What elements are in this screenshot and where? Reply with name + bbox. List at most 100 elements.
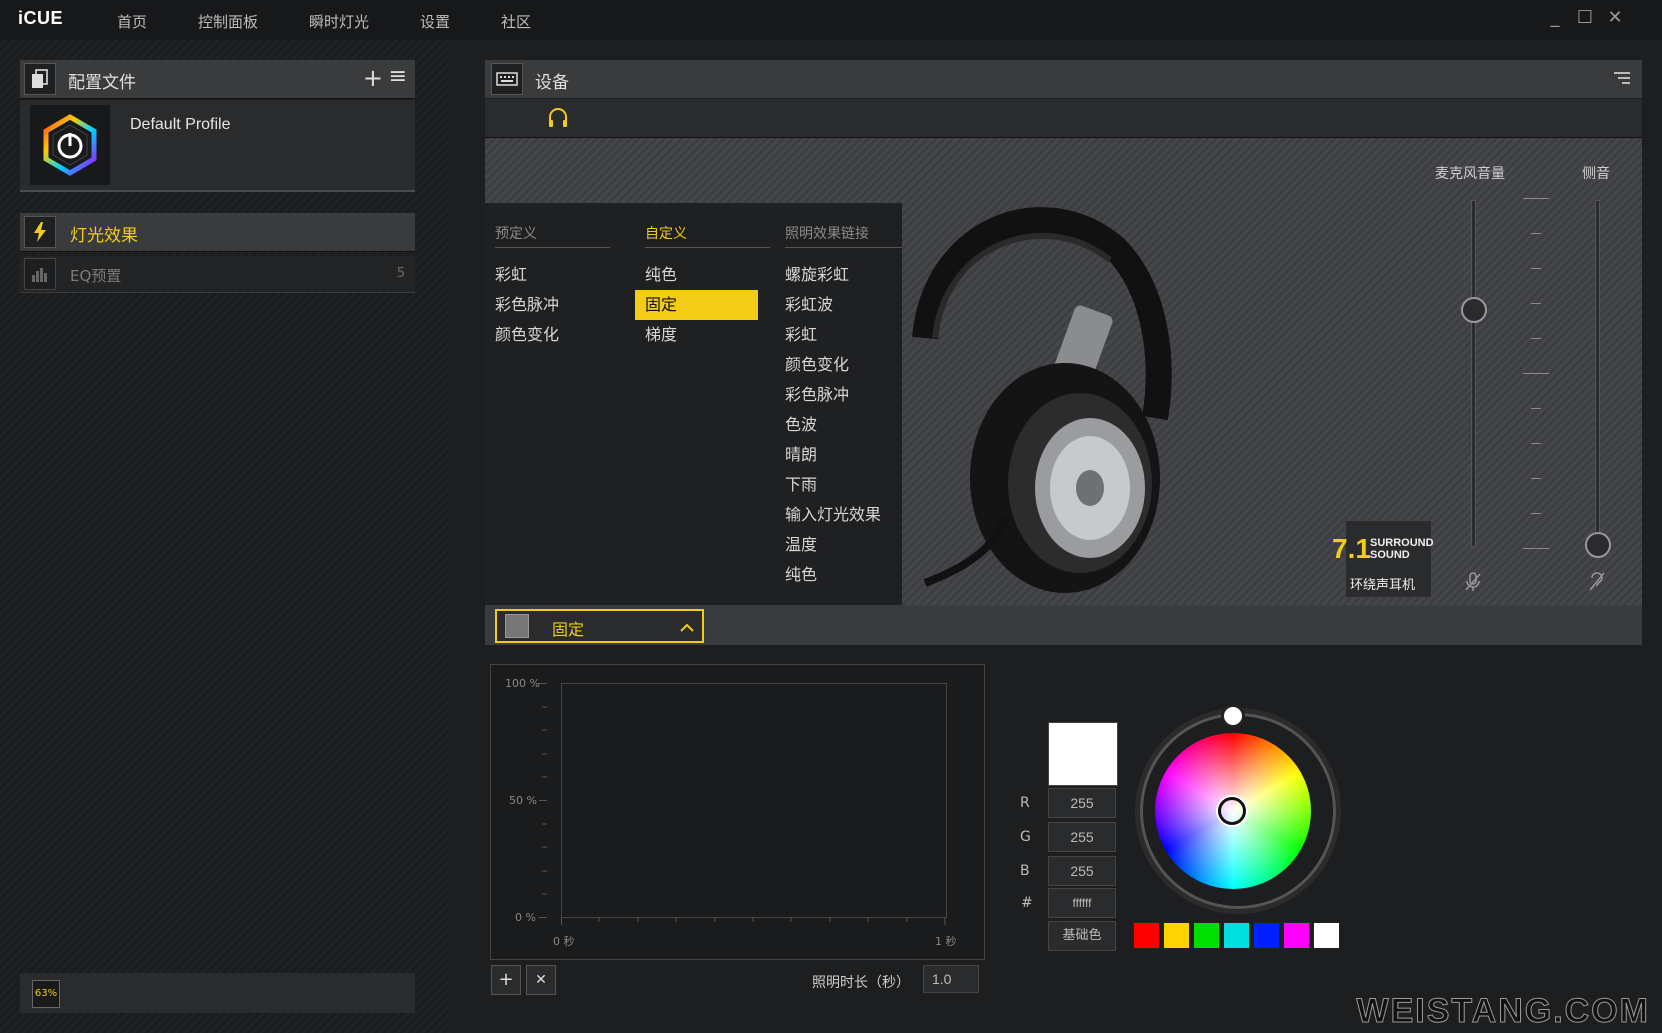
surround-line1: SURROUND [1370,537,1434,549]
blue-input[interactable] [1048,856,1116,886]
x-label-end: 1 秒 [935,935,957,948]
link-solid[interactable]: 纯色 [775,560,902,590]
link-color-wave[interactable]: 色波 [775,410,902,440]
sidetone-label: 侧音 [1582,166,1610,182]
effect-gradient[interactable]: 梯度 [635,320,758,350]
link-rainbow-wave[interactable]: 彩虹波 [775,290,902,320]
links-header: 照明效果链接 [785,223,902,248]
scale-tick [1523,373,1549,374]
sidetone-mute-icon[interactable] [1588,570,1606,596]
link-color-shift[interactable]: 颜色变化 [775,350,902,380]
nav-dashboard[interactable]: 控制面板 [198,11,258,32]
maximize-button[interactable]: ☐ [1573,6,1597,30]
y-axis-ticks [539,683,547,918]
red-input[interactable] [1048,788,1116,818]
nav-settings[interactable]: 设置 [420,11,450,32]
app-logo: iCUE [18,8,64,28]
minimize-button[interactable]: _ [1543,6,1567,30]
predefined-list: 彩虹 彩色脉冲 颜色变化 [485,260,615,350]
profile-menu-button[interactable]: ≡ [389,64,407,89]
profiles-title: 配置文件 [68,73,136,93]
color-swatch[interactable] [1223,922,1250,949]
scale-tick [1531,233,1541,234]
color-wheel-cursor[interactable] [1218,797,1246,825]
effect-static[interactable]: 固定 [635,290,758,320]
graph-plot-area[interactable] [561,683,947,918]
lightning-icon [24,216,56,248]
predefined-header: 预定义 [495,223,610,248]
close-button[interactable]: ✕ [1603,6,1627,30]
base-color-button[interactable]: 基础色 [1048,921,1116,951]
sidebar-item-lighting[interactable]: 灯光效果 [20,213,415,252]
profile-item[interactable]: Default Profile [20,100,415,192]
color-swatch[interactable] [1313,922,1340,949]
b-label: B [1020,863,1030,879]
effect-rainbow[interactable]: 彩虹 [485,260,615,290]
color-swatch[interactable] [1193,922,1220,949]
profile-files-icon [24,63,56,95]
y-label-100: 100 % [505,677,540,690]
effect-dropdown[interactable]: 固定 [495,609,704,643]
effects-menu: 预定义 自定义 照明效果链接 彩虹 彩色脉冲 颜色变化 纯色 固定 梯度 螺旋彩… [485,203,902,607]
scale-tick [1531,478,1541,479]
device-title: 设备 [535,73,569,93]
effect-solid[interactable]: 纯色 [635,260,758,290]
add-profile-button[interactable]: + [363,64,383,92]
link-spiral-rainbow[interactable]: 螺旋彩虹 [775,260,902,290]
headset-icon[interactable] [547,107,569,133]
chevron-up-icon [680,618,694,637]
g-label: G [1020,829,1031,845]
color-swatch[interactable] [1163,922,1190,949]
link-rainbow[interactable]: 彩虹 [775,320,902,350]
effect-color-shift[interactable]: 颜色变化 [485,320,615,350]
color-swatch[interactable] [1133,922,1160,949]
effect-color-pulse[interactable]: 彩色脉冲 [485,290,615,320]
sidebar-item-eq[interactable]: EQ预置 5 [20,256,415,293]
scale-tick [1523,548,1549,549]
lighting-label: 灯光效果 [70,226,138,246]
link-type-lighting[interactable]: 输入灯光效果 [775,500,902,530]
link-temperature[interactable]: 温度 [775,530,902,560]
sidetone-knob[interactable] [1585,532,1611,558]
x-axis-ticks [561,917,946,925]
nav-instant-lighting[interactable]: 瞬时灯光 [309,11,369,32]
surround-badge[interactable]: 7.1 SURROUND SOUND 环绕声耳机 [1332,520,1434,598]
nav-home[interactable]: 首页 [117,11,147,32]
green-input[interactable] [1048,822,1116,852]
color-swatch[interactable] [1283,922,1310,949]
equalizer-icon [24,258,56,290]
surround-line2: SOUND [1370,549,1410,561]
link-rain[interactable]: 下雨 [775,470,902,500]
brightness-graph[interactable]: 100 % 50 % 0 % 0 秒 1 秒 [490,664,985,960]
custom-list: 纯色 固定 梯度 [635,260,758,350]
y-label-50: 50 % [509,794,537,807]
link-visor[interactable]: 晴朗 [775,440,902,470]
device-options-icon[interactable] [1614,70,1630,89]
profile-name: Default Profile [130,116,231,133]
battery-percent-badge: 63% [32,980,60,1008]
brightness-ring-handle[interactable] [1221,704,1245,728]
watermark-text: WEISTANG.COM [1356,992,1650,1031]
hex-input[interactable] [1048,888,1116,918]
scale-tick [1531,408,1541,409]
link-color-pulse[interactable]: 彩色脉冲 [775,380,902,410]
links-list: 螺旋彩虹 彩虹波 彩虹 颜色变化 彩色脉冲 色波 晴朗 下雨 输入灯光效果 温度… [775,260,902,590]
color-swatch[interactable] [1253,922,1280,949]
color-preview [1048,722,1118,786]
headset-image [868,207,1172,593]
corsair-logo-icon [30,105,110,185]
sidetone-track[interactable] [1595,200,1600,547]
mic-volume-label: 麦克风音量 [1435,166,1505,182]
nav-community[interactable]: 社区 [501,11,531,32]
scale-tick [1523,198,1549,199]
scale-tick [1531,268,1541,269]
remove-point-button[interactable]: ✕ [526,965,556,995]
surround-number: 7.1 [1332,533,1371,564]
add-point-button[interactable]: + [491,965,521,995]
scale-tick [1531,303,1541,304]
mic-mute-icon[interactable] [1464,572,1482,596]
y-label-0: 0 % [515,911,536,924]
device-header: 设备 [485,60,1642,98]
duration-input[interactable] [923,965,979,993]
mic-volume-track[interactable] [1471,200,1476,547]
